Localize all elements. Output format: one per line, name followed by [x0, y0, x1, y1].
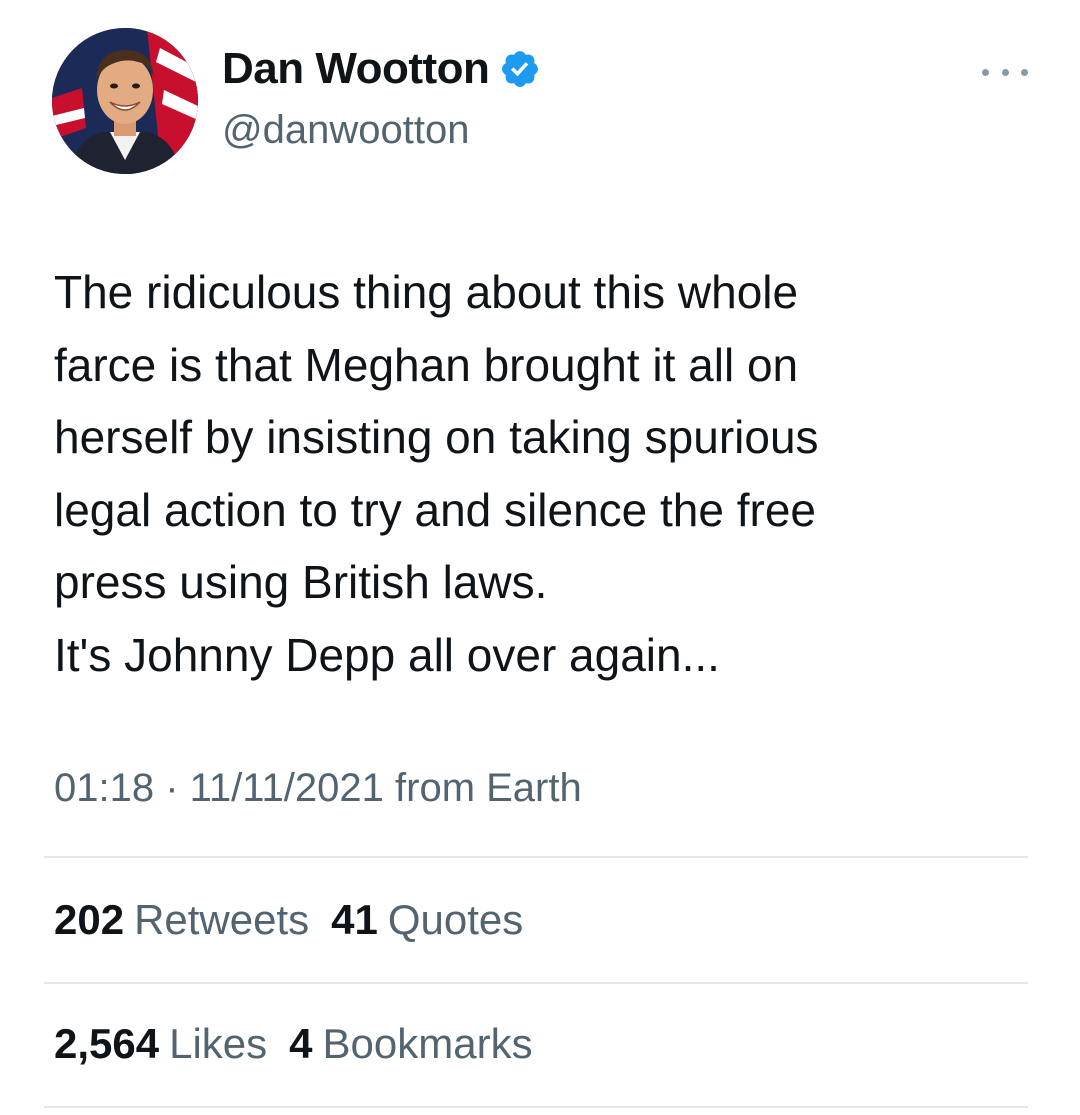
- more-dot: [1001, 68, 1009, 76]
- divider: [44, 982, 1028, 984]
- more-dot: [982, 68, 989, 76]
- quotes-count: 41: [331, 896, 378, 943]
- avatar-illustration: [52, 28, 198, 174]
- tweet-header: Dan Wootton @danwootton: [0, 0, 1080, 190]
- quotes-label: Quotes: [387, 896, 524, 943]
- tweet-text: The ridiculous thing about this whole fa…: [54, 266, 819, 681]
- likes-label: Likes: [169, 1020, 268, 1067]
- engagement-row-2: 2,564 Likes 4 Bookmarks: [54, 1020, 533, 1068]
- engagement-row-1: 202 Retweets 41 Quotes: [54, 896, 523, 944]
- quotes-stat[interactable]: 41 Quotes: [331, 896, 523, 944]
- bookmarks-stat[interactable]: 4 Bookmarks: [289, 1020, 532, 1068]
- likes-stat[interactable]: 2,564 Likes: [54, 1020, 267, 1068]
- author-display-name[interactable]: Dan Wootton: [222, 44, 490, 94]
- retweets-label: Retweets: [134, 896, 310, 943]
- verified-badge-icon: [499, 48, 541, 90]
- avatar[interactable]: [52, 28, 198, 174]
- author-handle[interactable]: @danwootton: [222, 108, 469, 153]
- bookmarks-count: 4: [289, 1020, 313, 1067]
- more-dot: [1021, 68, 1028, 76]
- divider: [44, 1106, 1028, 1108]
- tweet-timestamp[interactable]: 01:18 · 11/11/2021 from Earth: [54, 766, 582, 811]
- likes-count: 2,564: [54, 1020, 160, 1067]
- more-options-icon[interactable]: [982, 62, 1028, 82]
- author-name-row: Dan Wootton: [222, 44, 541, 94]
- retweets-count: 202: [54, 896, 125, 943]
- bookmarks-label: Bookmarks: [322, 1020, 533, 1067]
- retweets-stat[interactable]: 202 Retweets: [54, 896, 309, 944]
- divider: [44, 856, 1028, 858]
